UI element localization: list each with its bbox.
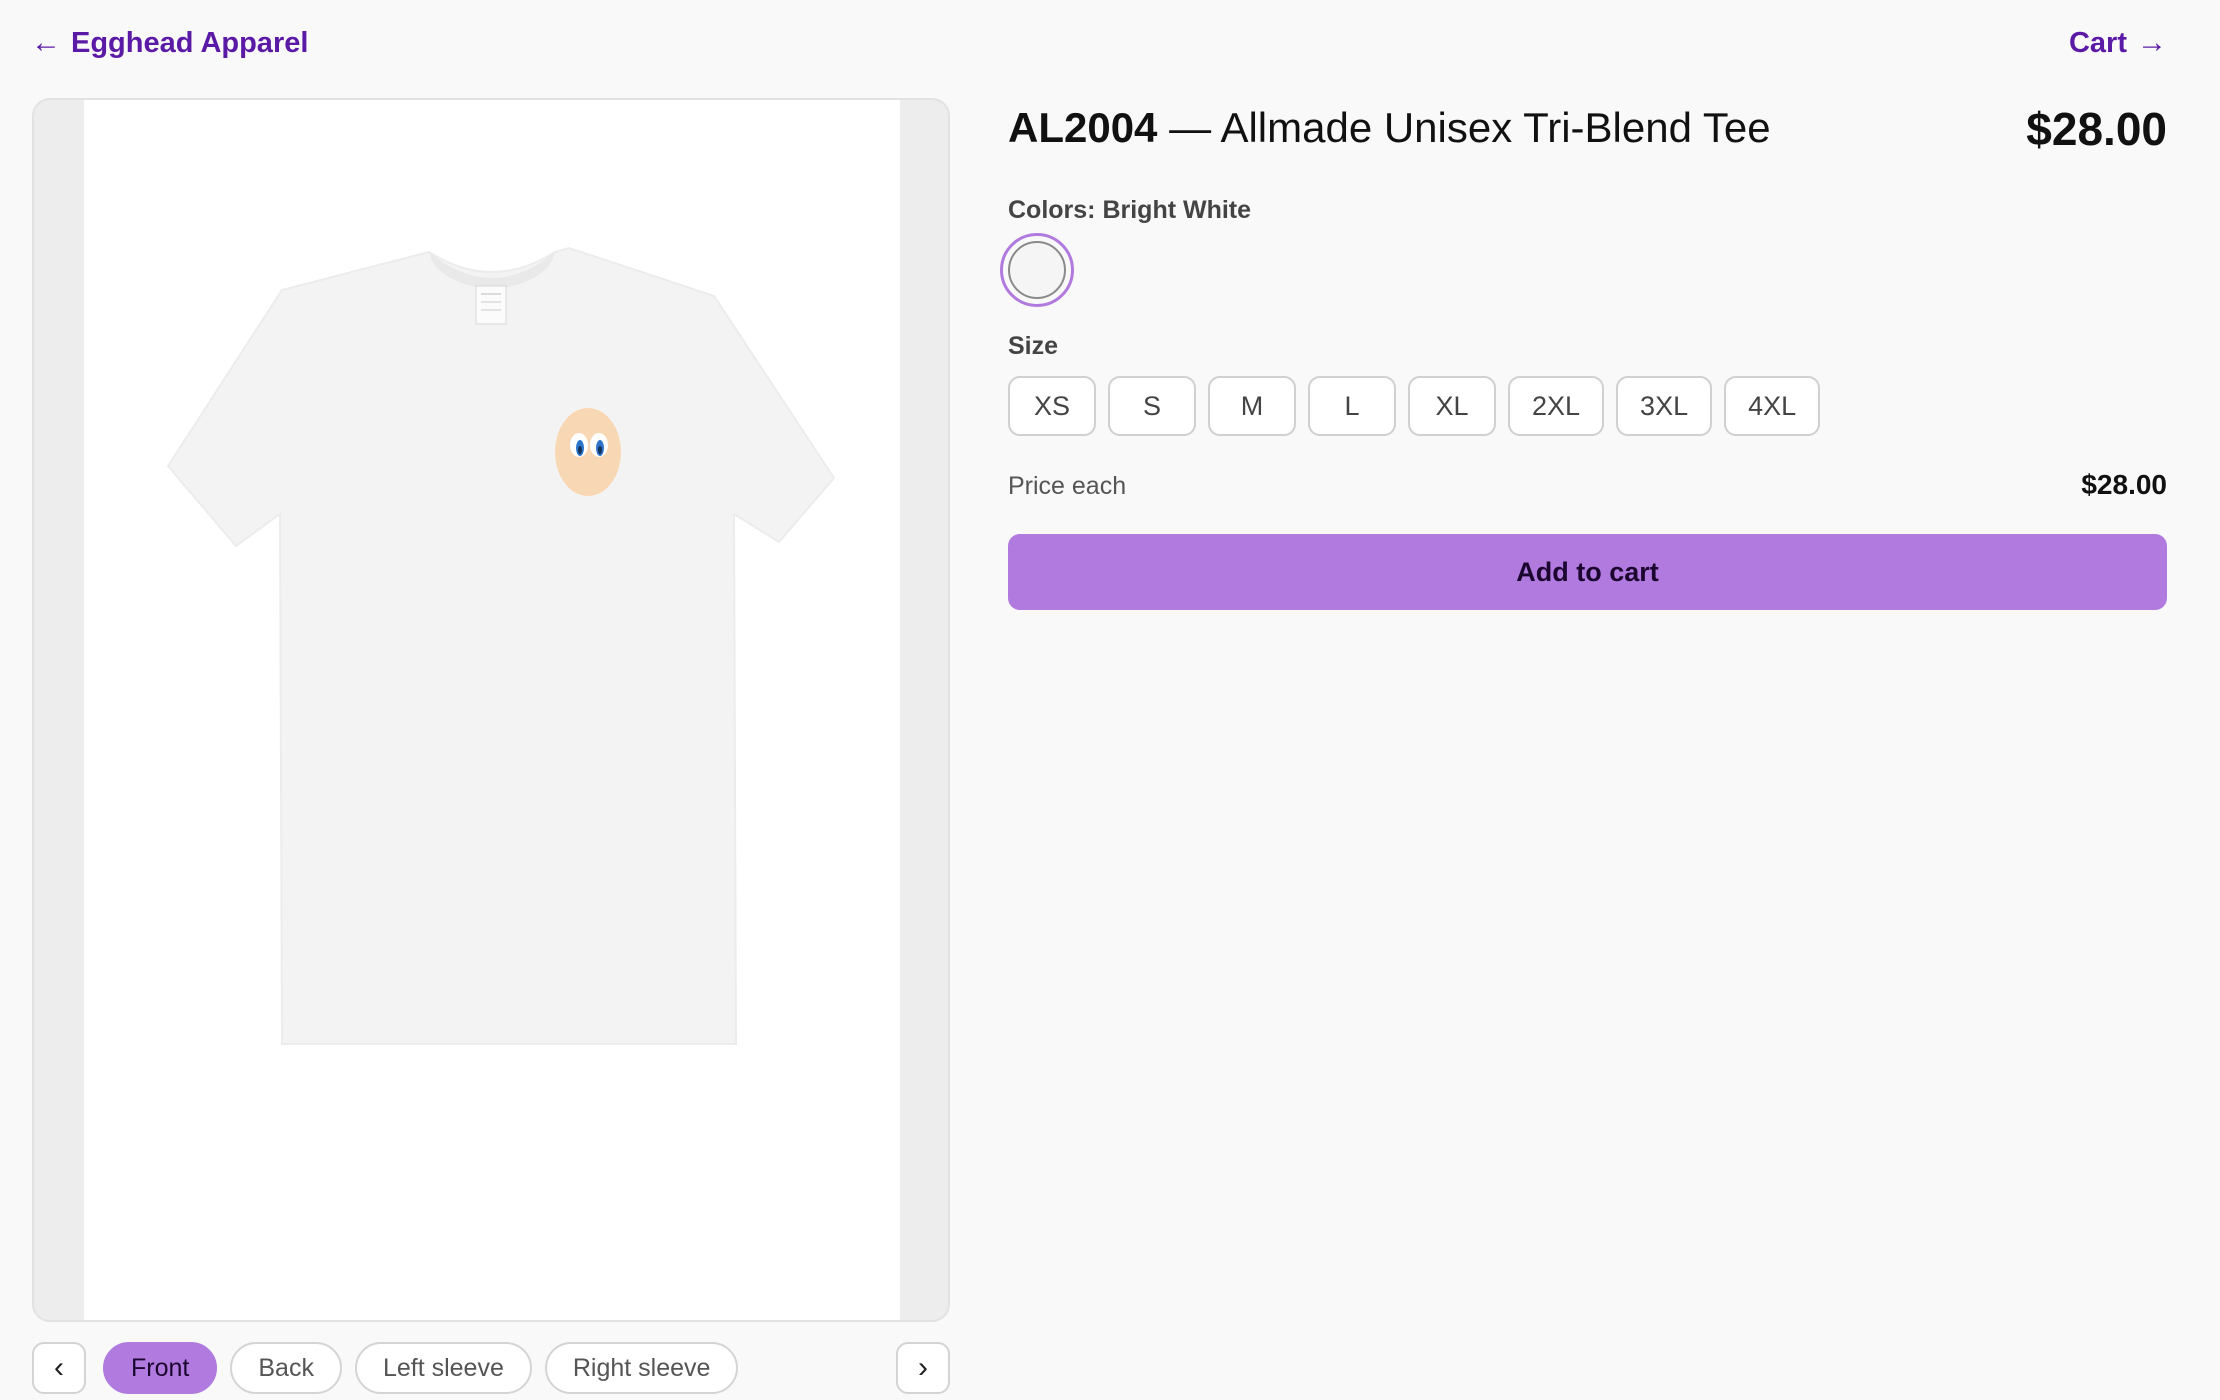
chevron-right-icon: › (918, 1351, 928, 1384)
product-image (84, 100, 900, 1320)
view-tab-back[interactable]: Back (230, 1342, 342, 1394)
arrow-left-icon: ← (31, 26, 61, 59)
add-to-cart-button[interactable]: Add to cart (1008, 534, 2167, 610)
size-option-4xl[interactable]: 4XL (1724, 376, 1821, 436)
size-label: Size (1008, 332, 1059, 360)
size-option-s[interactable]: S (1108, 376, 1196, 436)
color-swatch-bright-white[interactable] (1000, 233, 1074, 307)
cart-link[interactable]: Cart → (2069, 26, 2167, 60)
size-option-m[interactable]: M (1208, 376, 1296, 436)
product-price: $28.00 (2026, 103, 2167, 155)
prev-view-button[interactable]: ‹ (32, 1342, 86, 1394)
price-each-label: Price each (1008, 472, 1127, 500)
back-to-store-link[interactable]: ← Egghead Apparel (31, 26, 308, 60)
view-switcher: ‹ Front Back Left sleeve Right sleeve › (32, 1340, 950, 1394)
egg-logo (555, 408, 621, 496)
product-image-viewer (32, 98, 950, 1322)
product-name: — Allmade Unisex Tri-Blend Tee (1169, 104, 1771, 151)
swatch-color-fill (1008, 241, 1066, 299)
size-options: XS S M L XL 2XL 3XL 4XL (1008, 376, 1821, 436)
arrow-right-icon: → (2137, 26, 2167, 59)
colors-label: Colors: Bright White (1008, 196, 1252, 224)
product-sku: AL2004 (1008, 104, 1158, 151)
view-tabs: Front Back Left sleeve Right sleeve (103, 1342, 739, 1394)
price-each-value: $28.00 (2081, 469, 2167, 500)
next-view-button[interactable]: › (896, 1342, 950, 1394)
view-tab-left-sleeve[interactable]: Left sleeve (354, 1342, 532, 1394)
size-option-xs[interactable]: XS (1008, 376, 1096, 436)
view-tab-front[interactable]: Front (103, 1342, 218, 1394)
chevron-left-icon: ‹ (54, 1351, 64, 1384)
size-option-xl[interactable]: XL (1408, 376, 1496, 436)
cart-label: Cart (2068, 26, 2127, 59)
product-title: AL2004 — Allmade Unisex Tri-Blend Tee (1008, 104, 1771, 152)
size-option-3xl[interactable]: 3XL (1616, 376, 1713, 436)
size-option-l[interactable]: L (1308, 376, 1396, 436)
store-name: Egghead Apparel (71, 26, 309, 59)
tshirt-image (166, 246, 836, 1045)
size-option-2xl[interactable]: 2XL (1508, 376, 1605, 436)
view-tab-right-sleeve[interactable]: Right sleeve (544, 1342, 739, 1394)
